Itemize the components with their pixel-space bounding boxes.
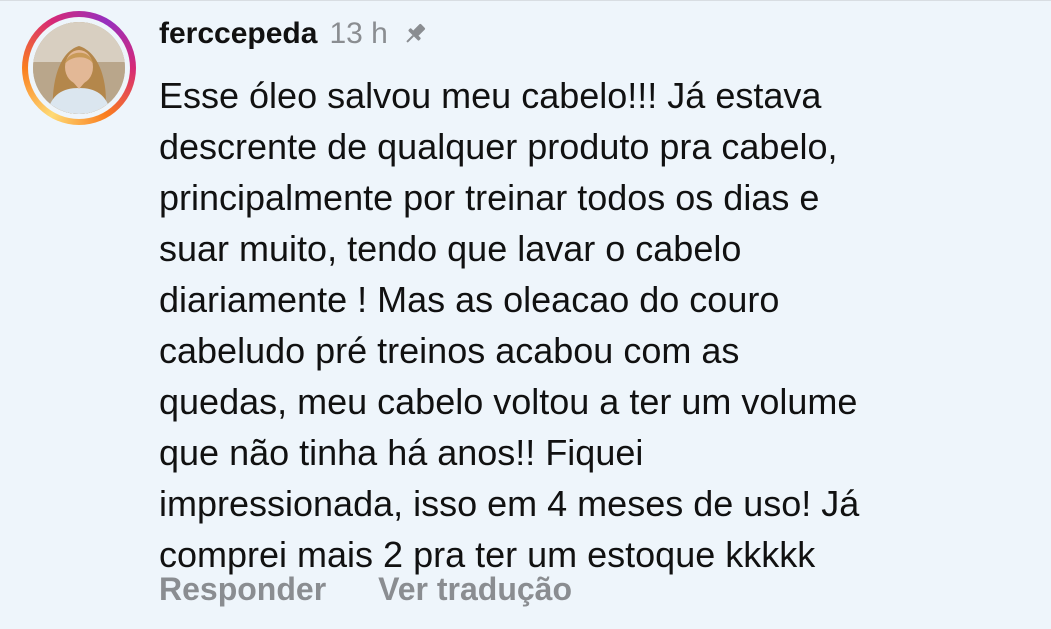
comment-text-line: quedas, meu cabelo voltou a ter um volum…	[159, 381, 858, 422]
comment-meta: ferccepeda 13 h	[159, 13, 1021, 55]
story-ring[interactable]	[22, 11, 136, 125]
comment-actions: Responder Ver tradução	[159, 571, 572, 608]
comment-text-line: cabeludo pré treinos acabou com as	[159, 330, 740, 371]
timestamp: 13 h	[329, 17, 388, 50]
comment-text-line: suar muito, tendo que lavar o cabelo	[159, 228, 742, 269]
comment-text-line: impressionada, isso em 4 meses de uso! J…	[159, 483, 860, 524]
comment-text-line: descrente de qualquer produto pra cabelo…	[159, 126, 838, 167]
reply-button[interactable]: Responder	[159, 571, 326, 608]
comment-text: Esse óleo salvou meu cabelo!!! Já estava…	[159, 70, 1019, 580]
comment-text-line: que não tinha há anos!! Fiquei	[159, 432, 644, 473]
avatar[interactable]	[33, 22, 125, 114]
comment-card: ferccepeda 13 h Esse óleo salvou meu cab…	[0, 0, 1051, 629]
pin-icon	[400, 19, 430, 49]
comment-text-line: Esse óleo salvou meu cabelo!!! Já estava	[159, 75, 822, 116]
comment-text-line: principalmente por treinar todos os dias…	[159, 177, 820, 218]
comment-content: ferccepeda 13 h Esse óleo salvou meu cab…	[159, 13, 1021, 580]
avatar-image	[33, 22, 125, 114]
translate-button[interactable]: Ver tradução	[378, 571, 572, 608]
comment-text-line: diariamente ! Mas as oleacao do couro	[159, 279, 780, 320]
username[interactable]: ferccepeda	[159, 17, 317, 51]
